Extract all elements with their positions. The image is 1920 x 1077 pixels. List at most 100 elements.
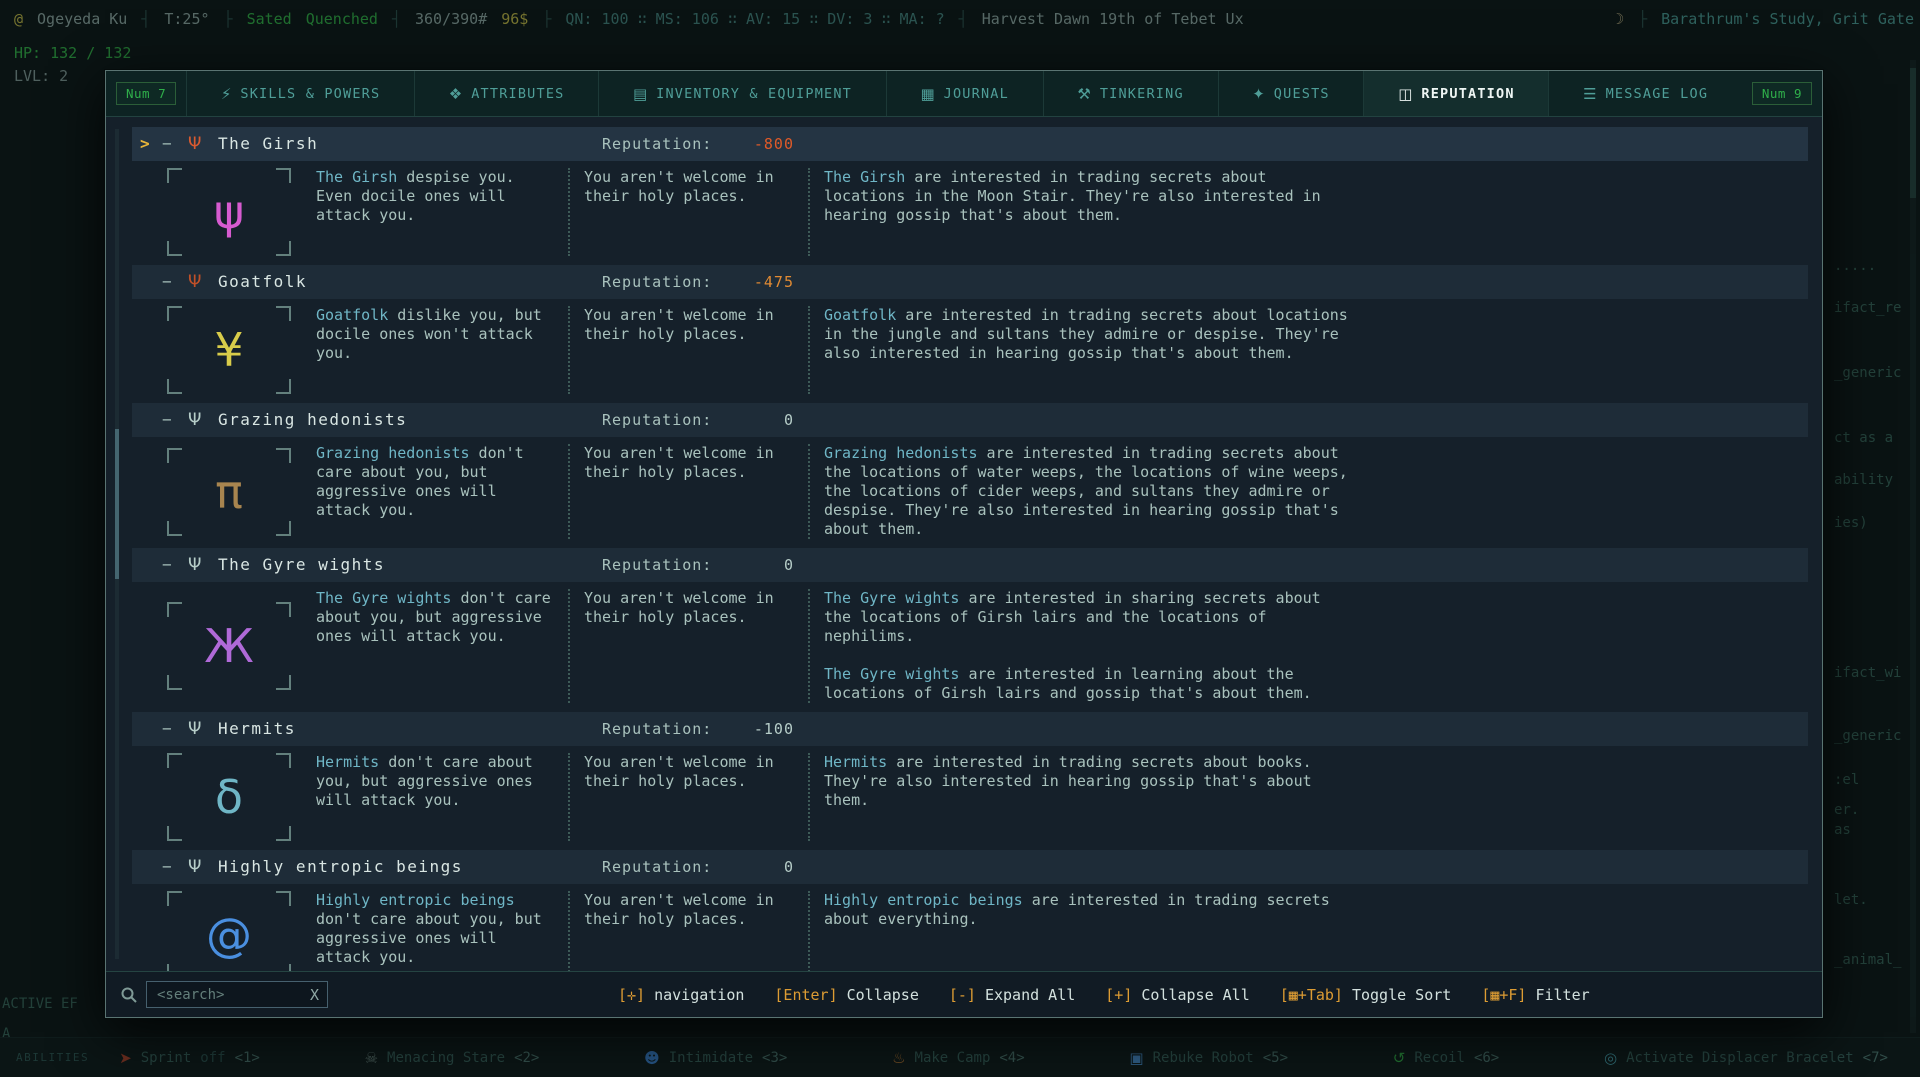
hint-label: Collapse All: [1141, 986, 1249, 1004]
tab-journal[interactable]: ▦JOURNAL: [886, 71, 1043, 116]
hint-key: [▦+F]: [1481, 986, 1526, 1004]
reputation-label: Reputation:: [602, 403, 712, 437]
collapse-toggle-icon[interactable]: −: [162, 403, 172, 437]
sprint-icon: ➤: [119, 1049, 132, 1067]
ability-item-1[interactable]: ➤Sprintoff<1>: [119, 1049, 260, 1067]
faction-feeling-text: The Girsh despise you. Even docile ones …: [316, 168, 554, 256]
message-log-icon: ☰: [1583, 85, 1596, 103]
tab-label: SKILLS & POWERS: [240, 86, 380, 102]
tab-label: ATTRIBUTES: [471, 86, 564, 102]
rebuke-robot-icon: ▣: [1129, 1049, 1143, 1067]
background-scrollbar: [1910, 60, 1916, 1033]
collapse-toggle-icon[interactable]: −: [162, 127, 172, 161]
collapse-toggle-icon[interactable]: −: [162, 265, 172, 299]
tab-attributes[interactable]: ❖ATTRIBUTES: [414, 71, 598, 116]
tab-label: INVENTORY & EQUIPMENT: [656, 86, 852, 102]
faction-row-header[interactable]: − Ψ Hermits Reputation: -100: [132, 712, 1808, 746]
frame-corner-icon: [276, 241, 291, 256]
sprite-frame: ¥: [167, 306, 291, 394]
faction-name: Highly entropic beings: [218, 850, 463, 884]
faction-holy-places-text: You aren't welcome in their holy places.: [568, 444, 794, 539]
tab-bar: Num 7 ⚡SKILLS & POWERS❖ATTRIBUTES▤INVENT…: [106, 71, 1822, 117]
faction-interests-text: The Girsh are interested in trading secr…: [808, 168, 1352, 256]
background-text-fragment: _generic: [1834, 728, 1901, 744]
reputation-value: 0: [710, 850, 794, 884]
ability-items: ➤Sprintoff<1>☠Menacing Stare<2>☻Intimida…: [119, 1049, 1904, 1067]
reputation-window: Num 7 ⚡SKILLS & POWERS❖ATTRIBUTES▤INVENT…: [105, 70, 1823, 1018]
faction-name-inline: The Gyre wights: [316, 589, 451, 607]
ability-hotkey: <4>: [999, 1050, 1024, 1066]
frame-corner-icon: [167, 826, 182, 841]
hint-label: Filter: [1535, 986, 1589, 1004]
level-readout: LVL: 2: [14, 67, 68, 85]
collapse-toggle-icon[interactable]: −: [162, 712, 172, 746]
carry-weight: 360/390#: [415, 10, 487, 28]
interest-text: are interested in trading secrets about …: [824, 753, 1312, 809]
background-text-fragment: er.: [1834, 802, 1859, 818]
faction-sprite-tile: Ж: [154, 589, 304, 703]
ability-name: Activate Displacer Bracelet: [1626, 1050, 1854, 1066]
faction-feeling-text: Hermits don't care about you, but aggres…: [316, 753, 554, 841]
faction-row-header[interactable]: − Ψ Highly entropic beings Reputation: 0: [132, 850, 1808, 884]
faction-name-inline: Grazing hedonists: [824, 444, 978, 462]
faction-detail: ψ The Girsh despise you. Even docile one…: [132, 161, 1808, 263]
moon-phase-icon: ☽: [1615, 10, 1624, 28]
intimidate-icon: ☻: [644, 1049, 660, 1067]
faction-sprite-tile: @: [154, 891, 304, 971]
quests-icon: ✦: [1252, 85, 1265, 103]
footer-hint: [Enter]Collapse: [774, 986, 918, 1004]
faction-name: The Girsh: [218, 127, 318, 161]
collapse-toggle-icon[interactable]: −: [162, 850, 172, 884]
ability-item-4[interactable]: ♨Make Camp<4>: [892, 1049, 1025, 1067]
tab-reputation[interactable]: ◫REPUTATION: [1363, 71, 1548, 116]
faction-block: > − Ψ The Girsh Reputation: -800 ψ The G…: [132, 127, 1808, 263]
search-input[interactable]: [155, 986, 304, 1004]
background-text-fragment: _generic: [1834, 365, 1901, 381]
ability-item-7[interactable]: ◎Activate Displacer Bracelet<7>: [1604, 1049, 1888, 1067]
list-scrollbar[interactable]: [115, 129, 119, 959]
tab-message-log[interactable]: ☰MESSAGE LOG: [1548, 71, 1742, 116]
status-sated: Sated: [247, 10, 292, 28]
footer-hint: [▦+F] Filter: [1481, 986, 1589, 1004]
hint-key: [-]: [949, 986, 976, 1004]
tab-quests[interactable]: ✦ QUESTS: [1218, 71, 1364, 116]
frame-corner-icon: [167, 521, 182, 536]
faction-row-header[interactable]: − Ψ The Gyre wights Reputation: 0: [132, 548, 1808, 582]
hud-separator: ├: [1638, 10, 1647, 28]
ability-bar-title: ABILITIES: [16, 1051, 89, 1064]
ability-item-6[interactable]: ↺Recoil<6>: [1393, 1049, 1499, 1067]
player-avatar-icon: @: [14, 10, 23, 28]
reputation-icon: ◫: [1398, 85, 1412, 103]
ability-item-5[interactable]: ▣Rebuke Robot<5>: [1129, 1049, 1288, 1067]
inventory-equipment-icon: ▤: [633, 85, 647, 103]
collapse-toggle-icon[interactable]: −: [162, 548, 172, 582]
ability-name: Sprint: [141, 1050, 192, 1066]
search-clear-button[interactable]: X: [310, 986, 319, 1004]
location-name: Barathrum's Study, Grit Gate: [1661, 10, 1914, 28]
faction-sprite-icon: ¥: [214, 327, 243, 373]
faction-row-header[interactable]: > − Ψ The Girsh Reputation: -800: [132, 127, 1808, 161]
tab-inventory-equipment[interactable]: ▤ INVENTORY & EQUIPMENT: [598, 71, 886, 116]
hint-key: [▦+Tab]: [1280, 986, 1343, 1004]
tab-tinkering[interactable]: ⚒TINKERING: [1043, 71, 1218, 116]
ability-item-3[interactable]: ☻Intimidate<3>: [644, 1049, 787, 1067]
list-scrollbar-thumb[interactable]: [115, 429, 119, 579]
frame-corner-icon: [276, 379, 291, 394]
hint-key: [+]: [1105, 986, 1132, 1004]
faction-name-inline: Hermits: [824, 753, 887, 771]
faction-name-inline: Grazing hedonists: [316, 444, 470, 462]
faction-feeling-text: Grazing hedonists don't care about you, …: [316, 444, 554, 539]
sprite-frame: δ: [167, 753, 291, 841]
tab-label: QUESTS: [1274, 86, 1330, 102]
interest-text: are interested in trading secrets about …: [824, 306, 1348, 362]
tab-skills-powers[interactable]: ⚡SKILLS & POWERS: [186, 71, 414, 116]
background-scrollbar-thumb: [1910, 68, 1916, 198]
faction-row-header[interactable]: − Ψ Grazing hedonists Reputation: 0: [132, 403, 1808, 437]
faction-block: − Ψ The Gyre wights Reputation: 0 Ж The …: [132, 548, 1808, 710]
frame-corner-icon: [276, 964, 291, 971]
ability-name: Make Camp: [915, 1050, 991, 1066]
ability-item-2[interactable]: ☠Menacing Stare<2>: [365, 1049, 540, 1067]
faction-row-header[interactable]: − Ψ Goatfolk Reputation: -475: [132, 265, 1808, 299]
faction-sprite-tile: ¥: [154, 306, 304, 394]
faction-name-inline: Goatfolk: [316, 306, 388, 324]
